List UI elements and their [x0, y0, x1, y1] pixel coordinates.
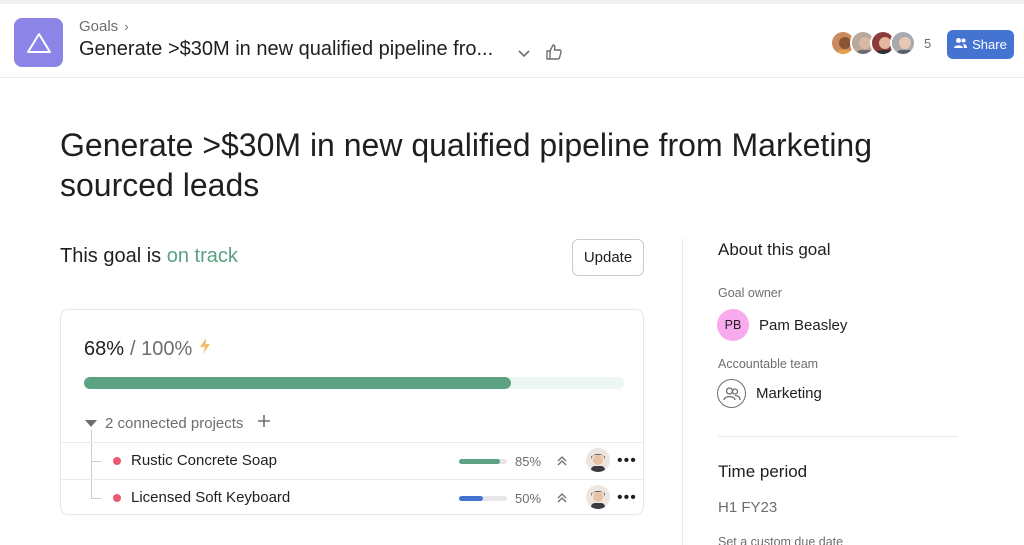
breadcrumb-goals[interactable]: Goals: [79, 18, 118, 35]
double-chevron-up-icon[interactable]: [556, 454, 568, 472]
share-label: Share: [972, 37, 1007, 52]
breadcrumb[interactable]: Goals ›: [79, 18, 129, 35]
plus-icon[interactable]: [257, 414, 271, 432]
time-period-title: Time period: [718, 462, 808, 481]
chevron-right-icon: ›: [124, 19, 129, 34]
project-owner-avatar[interactable]: [586, 485, 610, 509]
owner-avatar[interactable]: PB: [717, 309, 749, 341]
member-count[interactable]: 5: [924, 36, 931, 51]
more-options-icon[interactable]: •••: [617, 489, 637, 507]
project-color-dot: [113, 457, 121, 465]
avatar[interactable]: [890, 30, 916, 56]
double-chevron-up-icon[interactable]: [556, 491, 568, 509]
member-avatars[interactable]: 5: [830, 30, 931, 56]
chevron-down-icon[interactable]: [517, 46, 531, 64]
goal-owner-label: Goal owner: [718, 286, 782, 300]
goal-owner[interactable]: PB Pam Beasley: [717, 309, 847, 341]
project-progress-bar: [459, 496, 507, 501]
progress-card: 68% / 100% 2 connected projects Rustic C…: [60, 309, 644, 515]
project-name[interactable]: Licensed Soft Keyboard: [131, 489, 290, 506]
project-percent: 50%: [515, 491, 542, 506]
top-bar: Goals › Generate >$30M in new qualified …: [0, 0, 1024, 78]
goal-status: This goal is on track: [60, 245, 238, 268]
connected-projects-label: 2 connected projects: [105, 414, 244, 432]
goal-triangle-icon: [14, 18, 63, 67]
tree-branch: [91, 461, 101, 462]
project-row[interactable]: Licensed Soft Keyboard 50% •••: [61, 479, 643, 516]
accountable-team[interactable]: Marketing: [717, 379, 822, 408]
project-progress-bar: [459, 459, 507, 464]
owner-name[interactable]: Pam Beasley: [759, 317, 847, 334]
project-row[interactable]: Rustic Concrete Soap 85% •••: [61, 442, 643, 479]
update-button[interactable]: Update: [572, 239, 644, 276]
progress-total: / 100%: [130, 337, 193, 360]
share-button[interactable]: Share: [947, 30, 1014, 59]
tree-branch: [91, 498, 101, 499]
custom-due-date-link[interactable]: Set a custom due date: [718, 535, 843, 545]
lightning-icon: [198, 337, 212, 361]
progress-bar: [84, 377, 624, 389]
project-progress-fill: [459, 496, 483, 501]
page-title: Generate >$30M in new qualified pipeline…: [60, 127, 873, 203]
more-options-icon[interactable]: •••: [617, 452, 637, 470]
status-prefix: This goal is: [60, 245, 162, 267]
caret-down-icon[interactable]: [85, 419, 97, 427]
header-goal-title: Generate >$30M in new qualified pipeline…: [79, 38, 494, 60]
time-period-value[interactable]: H1 FY23: [718, 499, 777, 516]
panel-divider: [682, 238, 683, 545]
project-progress-fill: [459, 459, 500, 464]
progress-bar-fill: [84, 377, 511, 389]
team-icon: [717, 379, 746, 408]
about-title: About this goal: [718, 240, 831, 259]
status-on-track: on track: [166, 245, 238, 267]
project-color-dot: [113, 494, 121, 502]
team-name[interactable]: Marketing: [756, 385, 822, 402]
share-members-icon: [954, 37, 968, 52]
progress-current: 68%: [84, 337, 125, 360]
thumbs-up-icon[interactable]: [545, 43, 563, 66]
section-separator: [718, 436, 958, 437]
accountable-team-label: Accountable team: [718, 357, 819, 371]
connected-projects-toggle[interactable]: 2 connected projects: [85, 414, 271, 432]
project-owner-avatar[interactable]: [586, 448, 610, 472]
progress-summary: 68% / 100%: [84, 337, 212, 361]
project-percent: 85%: [515, 454, 542, 469]
project-name[interactable]: Rustic Concrete Soap: [131, 452, 277, 469]
